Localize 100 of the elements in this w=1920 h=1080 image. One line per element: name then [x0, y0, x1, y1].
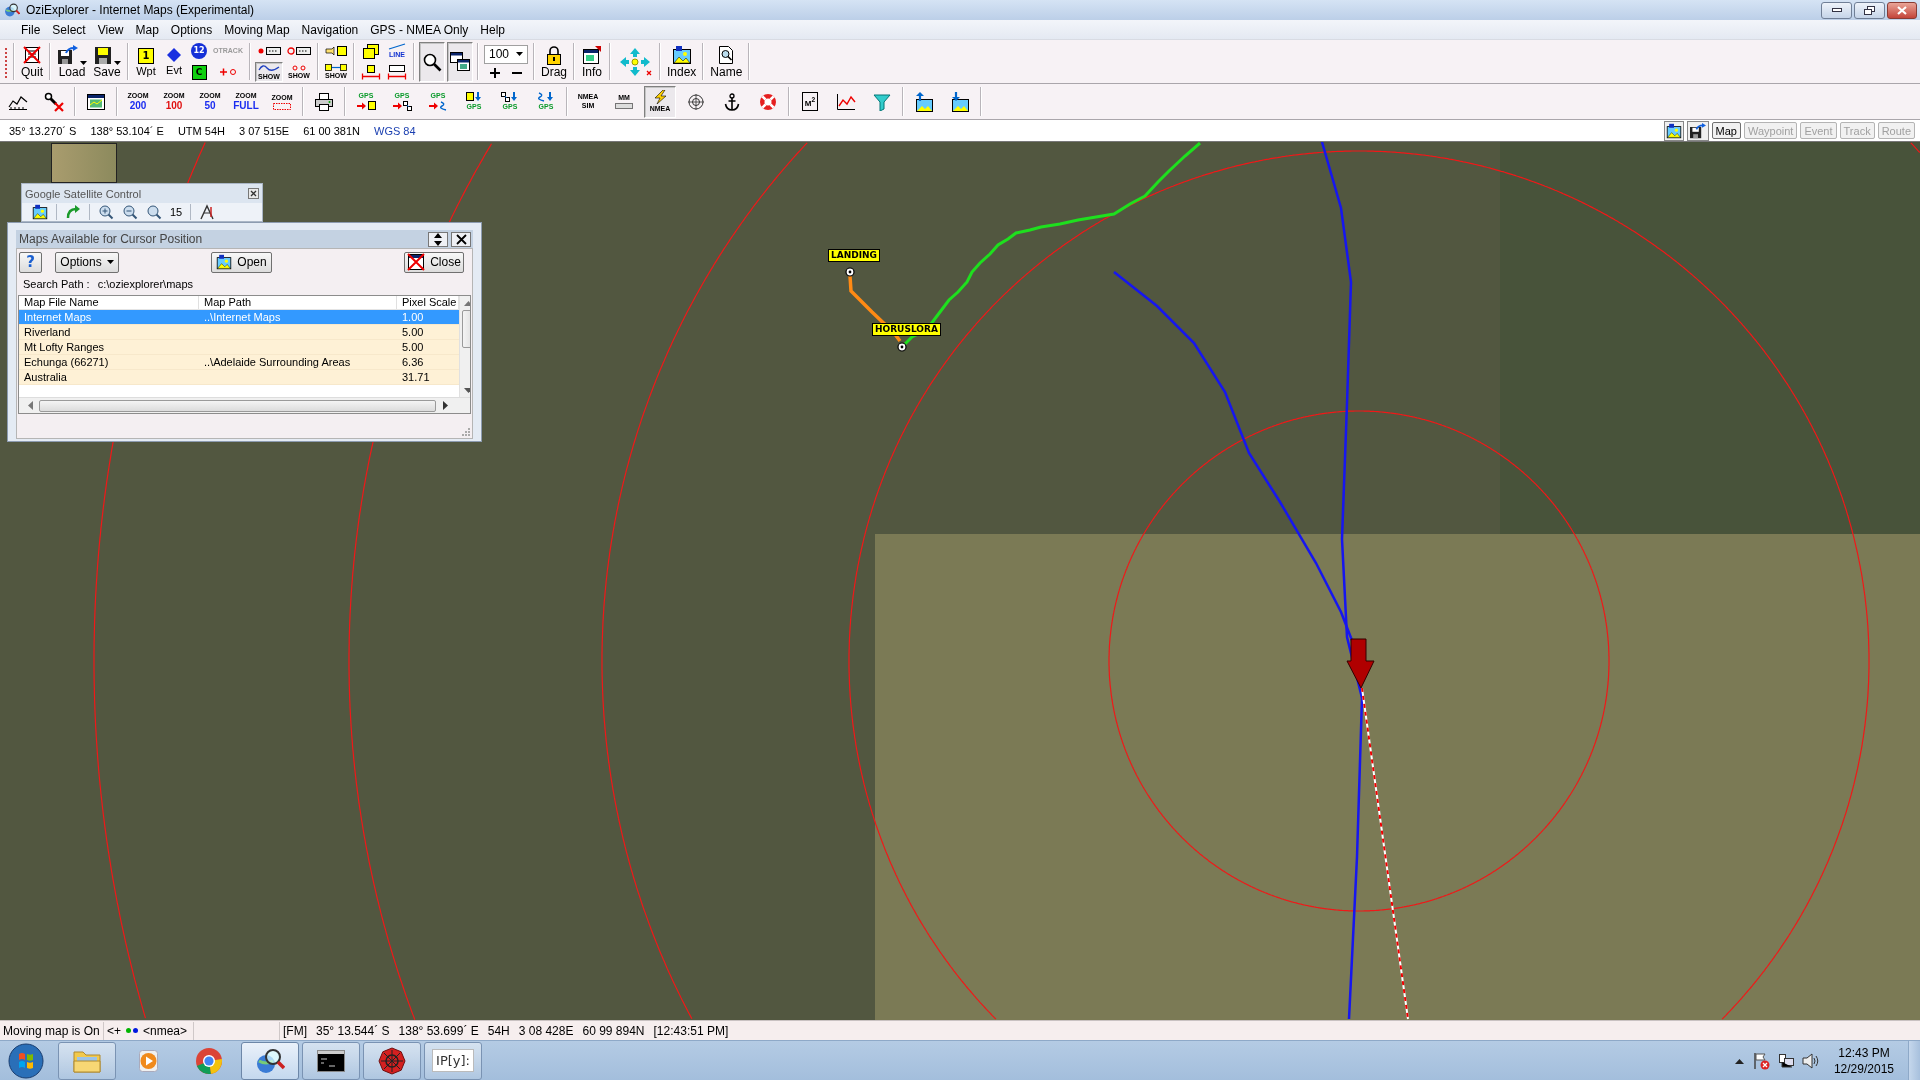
status-text: Moving map is On [3, 1023, 100, 1038]
table-cell-text: Mt Lofty Ranges [23, 340, 106, 354]
dotted-frame-icon [273, 102, 291, 110]
map-picture-icon[interactable] [32, 204, 48, 220]
grip-icon[interactable] [3, 45, 9, 78]
scrollbar-thumb[interactable] [39, 399, 436, 412]
letter-tile-button[interactable]: C [189, 62, 209, 82]
column-header[interactable]: Map Path [199, 296, 397, 309]
table-cell-text: Riverland [23, 325, 72, 339]
waypoint-pin [897, 342, 907, 352]
crosshair-icon [687, 92, 705, 111]
menu-item[interactable]: Moving Map [218, 21, 296, 38]
status-field: 138° 53.699´ E [398, 1023, 479, 1038]
window-title: OziExplorer - Internet Maps (Experimental) [26, 3, 255, 17]
info-button[interactable]: Info [579, 41, 605, 82]
arrow-square-icon [356, 101, 376, 111]
menu-item[interactable]: Help [474, 21, 511, 38]
map-picture-icon [1665, 122, 1682, 139]
arrow-track-icon [428, 101, 448, 111]
menu-item[interactable]: View [91, 21, 130, 38]
menu-item[interactable]: GPS - NMEA Only [364, 21, 475, 38]
search-path: c:\oziexplorer\maps [97, 278, 194, 290]
up-down-button[interactable] [428, 231, 448, 247]
dotted-bar-icon [615, 103, 633, 109]
search-button[interactable] [418, 41, 445, 82]
area-button[interactable]: M$^{2}$ [794, 85, 826, 118]
arrow-left-icon[interactable] [27, 401, 33, 410]
load-button[interactable]: Load [55, 41, 89, 82]
source-text: <nmea> [143, 1023, 188, 1038]
arrow-right-icon[interactable] [442, 401, 448, 410]
clock-button[interactable]: 12:43 PM 12/29/2015 [1827, 1044, 1900, 1077]
dot-bar-icon [256, 46, 281, 56]
close-button[interactable] [248, 188, 259, 199]
zoom-in-button[interactable] [488, 66, 501, 79]
datum-text: WGS 84 [374, 124, 416, 137]
coordinate-text: UTM 54H [177, 124, 225, 137]
map-image-button[interactable] [1663, 120, 1684, 141]
menu-item[interactable]: File [15, 21, 47, 38]
close-button[interactable] [1887, 1, 1917, 19]
table-cell-text: ..\Internet Maps [203, 310, 282, 324]
search-icon [421, 51, 442, 72]
tool-icon[interactable] [199, 204, 216, 220]
save-map-button[interactable] [1686, 120, 1709, 141]
resize-grip-icon[interactable] [461, 427, 470, 436]
flag-cross-icon[interactable] [1751, 1051, 1770, 1070]
quit-button[interactable]: Quit [19, 41, 45, 82]
layer-button[interactable]: Map [1711, 122, 1741, 139]
options-button[interactable]: Options [55, 251, 119, 273]
evt-button[interactable]: Evt [161, 41, 187, 82]
zoom-out-icon[interactable] [122, 204, 138, 220]
arrow-up-icon[interactable] [463, 300, 470, 306]
map-row[interactable]: Echunga (66271) ..\Adelaide Surrounding Areas 6.36 [19, 355, 459, 370]
windows-icon [449, 52, 470, 71]
network-icon[interactable] [1777, 1052, 1794, 1069]
minimize-button[interactable] [1821, 1, 1852, 19]
menu-item[interactable]: Options [164, 21, 219, 38]
zoom-in-icon[interactable] [98, 204, 114, 220]
disc-number-button[interactable]: 12 [189, 41, 209, 61]
table-cell-text: ..\Adelaide Surrounding Areas [203, 355, 352, 369]
menu-item[interactable]: Select [46, 21, 92, 38]
wrench-cross-icon [44, 91, 64, 112]
square-arrow-icon [464, 92, 484, 102]
taskbar-button[interactable] [302, 1041, 360, 1080]
scale-select[interactable]: 100 [483, 44, 528, 64]
plus-icon [488, 66, 501, 79]
search-icon[interactable] [146, 204, 162, 220]
wpt-button[interactable]: 1 Wpt [133, 41, 159, 82]
taskbar-button[interactable] [241, 1041, 299, 1080]
status-field: [12:43:51 PM] [653, 1023, 729, 1038]
globe-magnifier-icon [4, 2, 20, 18]
menu-item[interactable]: Navigation [295, 21, 365, 38]
map-row[interactable]: Mt Lofty Ranges 5.00 [19, 340, 459, 355]
segmented-circle-icon [195, 1046, 223, 1075]
coordinate-text: 35° 13.270´ S [9, 124, 77, 137]
chevron-up-icon[interactable] [1734, 1057, 1744, 1064]
help-button[interactable]: ? [19, 251, 42, 273]
close-button[interactable] [451, 231, 471, 247]
status-field: 60 99 894N [582, 1023, 645, 1038]
waypoint-label: LANDING [828, 249, 880, 262]
floppy-arrow-icon [1688, 122, 1707, 139]
map-row[interactable]: Riverland 5.00 [19, 325, 459, 340]
speaker-icon[interactable] [1801, 1052, 1820, 1069]
map-row[interactable]: Australia 31.71 [19, 370, 459, 385]
drag-button[interactable]: Drag [538, 41, 569, 82]
arrow-down-icon[interactable] [463, 387, 470, 393]
open-button[interactable]: Open [211, 251, 272, 273]
rings-icon [290, 64, 307, 71]
windows-button[interactable] [446, 41, 473, 82]
name-button[interactable]: Name [708, 41, 745, 82]
close-button[interactable]: Close [404, 251, 464, 273]
index-button[interactable]: Index [665, 41, 699, 82]
taskbar-button[interactable] [363, 1041, 421, 1080]
taskbar-button[interactable]: IP[y]: [424, 1041, 482, 1080]
save-button[interactable]: Save [91, 41, 123, 82]
restore-button[interactable] [1854, 1, 1885, 19]
position-arrow [1346, 638, 1375, 689]
horizontal-scrollbar[interactable] [19, 397, 470, 413]
menu-item[interactable]: Map [129, 21, 165, 38]
curved-arrow-icon[interactable] [65, 204, 81, 220]
column-header[interactable]: Map File Name [19, 296, 199, 309]
